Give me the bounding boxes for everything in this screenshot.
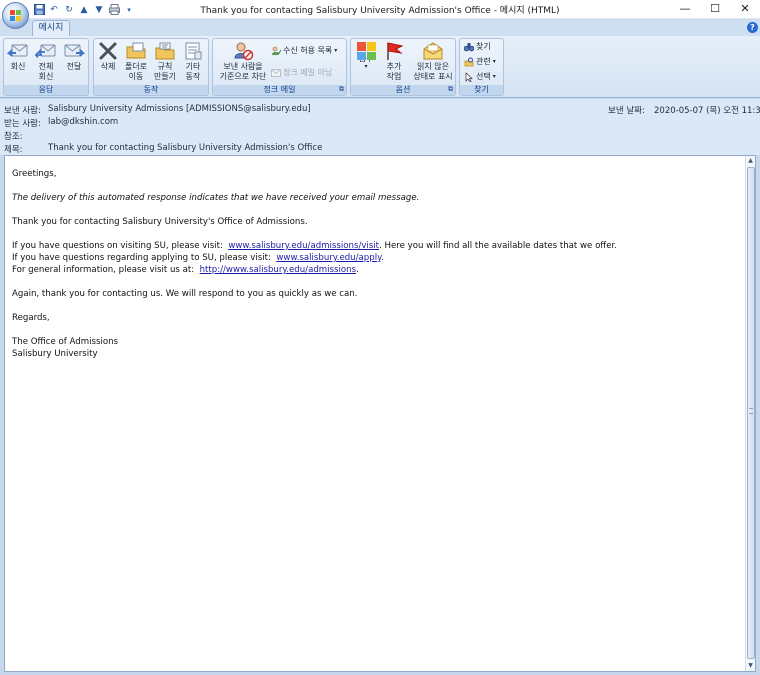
window-title: Thank you for contacting Salisbury Unive… [200, 6, 560, 16]
reply-icon [6, 41, 29, 61]
subject-label: 제목: [4, 145, 23, 155]
reply-all-icon [34, 41, 57, 61]
related-icon [464, 57, 474, 67]
select-button[interactable]: 선택 ▾ [464, 71, 496, 82]
scroll-up-icon[interactable]: ▲ [746, 156, 755, 166]
message-header: 보낸 사람: Salisbury University Admissions [… [0, 99, 760, 155]
scroll-grip-icon [749, 408, 753, 414]
close-button[interactable]: ✕ [730, 0, 760, 19]
apply-link[interactable]: www.salisbury.edu/apply [276, 253, 381, 263]
signature-line-1: The Office of Admissions [12, 337, 119, 347]
categorize-icon [355, 41, 377, 61]
from-value[interactable]: Salisbury University Admissions [ADMISSI… [48, 104, 311, 114]
envelope-unread-icon [422, 41, 444, 61]
sent-label: 보낸 날짜: [608, 106, 645, 116]
group-junk-label: 정크 메일 [213, 85, 346, 95]
message-body: Greetings, The delivery of this automate… [12, 168, 737, 360]
group-find-label: 찾기 [460, 85, 503, 95]
folder-move-icon [125, 41, 147, 61]
thanks-line: Thank you for contacting Salisbury Unive… [12, 217, 308, 227]
forward-button[interactable]: 전달 [63, 41, 86, 72]
group-actions: 삭제 폴더로 이동 규칙 만들기 기타 동작 동작 [93, 38, 209, 96]
block-sender-button[interactable]: 보낸 사람을 기준으로 차단 [215, 41, 271, 82]
general-line: For general information, please visit us… [12, 265, 359, 275]
related-button[interactable]: 관련 ▾ [464, 56, 496, 67]
ribbon-tab-strip: 메시지 ? [0, 19, 760, 36]
delete-button[interactable]: 삭제 [97, 41, 119, 72]
safe-list-icon [271, 46, 282, 56]
group-actions-label: 동작 [94, 85, 208, 95]
vertical-scrollbar[interactable]: ▲ ▼ [745, 156, 755, 671]
group-respond-label: 응답 [4, 85, 88, 95]
flag-icon [383, 41, 405, 61]
dialog-launcher-icon[interactable]: ⧉ [339, 85, 344, 94]
group-options-label: 옵션 [351, 85, 455, 95]
reply-all-button[interactable]: 전체 회신 [34, 41, 58, 82]
reply-button[interactable]: 회신 [6, 41, 29, 72]
group-respond: 회신 전체 회신 전달 응답 [3, 38, 89, 96]
tab-message[interactable]: 메시지 [32, 20, 70, 36]
rule-icon [154, 41, 176, 61]
message-body-pane[interactable]: Greetings, The delivery of this automate… [4, 155, 756, 672]
title-bar: ↶ ↻ ▲ ▼ ▾ Thank you for contacting Salis… [0, 0, 760, 19]
block-sender-icon [232, 41, 254, 61]
window-controls: — ☐ ✕ [670, 0, 760, 19]
dropdown-arrow-icon: ▾ [492, 58, 496, 65]
mark-unread-button[interactable]: 읽지 않은 상태로 표시 [410, 41, 456, 82]
dropdown-arrow-icon: ▾ [492, 73, 496, 80]
create-rule-button[interactable]: 규칙 만들기 [152, 41, 178, 82]
not-junk-icon [271, 68, 281, 78]
signature-line-2: Salisbury University [12, 349, 98, 359]
scroll-down-icon[interactable]: ▼ [746, 661, 755, 671]
from-label: 보낸 사람: [4, 106, 41, 116]
visit-line: If you have questions on visiting SU, pl… [12, 241, 618, 251]
safe-list-button[interactable]: 수신 허용 목록 ▾ [271, 45, 337, 56]
find-button[interactable]: 찾기 [463, 41, 491, 52]
greeting: Greetings, [12, 169, 57, 179]
forward-icon [63, 41, 86, 61]
not-junk-button[interactable]: 정크 메일 아님 [271, 67, 332, 78]
sent-value: 2020-05-07 (목) 오전 11:37 [654, 106, 760, 116]
closing-thanks: Again, thank you for contacting us. We w… [12, 289, 358, 299]
cc-label: 참조: [4, 132, 23, 142]
follow-up-button[interactable]: 추가 작업 [382, 41, 406, 82]
office-logo-icon [10, 10, 22, 22]
help-icon[interactable]: ? [747, 22, 758, 33]
apply-line: If you have questions regarding applying… [12, 253, 384, 263]
visit-link[interactable]: www.salisbury.edu/admissions/visit [228, 241, 379, 251]
office-button[interactable] [2, 2, 29, 29]
other-actions-icon [182, 41, 204, 61]
maximize-button[interactable]: ☐ [700, 0, 730, 19]
minimize-button[interactable]: — [670, 0, 700, 19]
auto-notice: The delivery of this automated response … [12, 193, 420, 203]
scroll-thumb[interactable] [747, 167, 755, 659]
subject-value: Thank you for contacting Salisbury Unive… [48, 143, 323, 153]
cursor-icon [464, 71, 474, 82]
group-options: ▾ 범주 추가 작업 읽지 않은 상태로 표시 옵션 ⧉ [350, 38, 456, 96]
ribbon: 회신 전체 회신 전달 응답 삭제 폴더로 이동 규칙 만들기 기타 동작 동작… [0, 36, 760, 98]
dropdown-arrow-icon: ▾ [334, 47, 338, 54]
categorize-button[interactable]: ▾ 범주 [354, 41, 378, 70]
group-find: 찾기 관련 ▾ 선택 ▾ 찾기 [459, 38, 504, 96]
binoculars-icon [463, 42, 475, 52]
other-actions-button[interactable]: 기타 동작 [181, 41, 205, 82]
to-label: 받는 사람: [4, 119, 41, 129]
group-junk: 보낸 사람을 기준으로 차단 수신 허용 목록 ▾ 정크 메일 아님 정크 메일… [212, 38, 347, 96]
regards: Regards, [12, 313, 50, 323]
to-value[interactable]: lab@dkshin.com [48, 117, 118, 127]
move-to-folder-button[interactable]: 폴더로 이동 [123, 41, 149, 82]
general-link[interactable]: http://www.salisbury.edu/admissions [200, 265, 356, 275]
dialog-launcher-icon[interactable]: ⧉ [448, 85, 453, 94]
delete-icon [97, 41, 119, 61]
